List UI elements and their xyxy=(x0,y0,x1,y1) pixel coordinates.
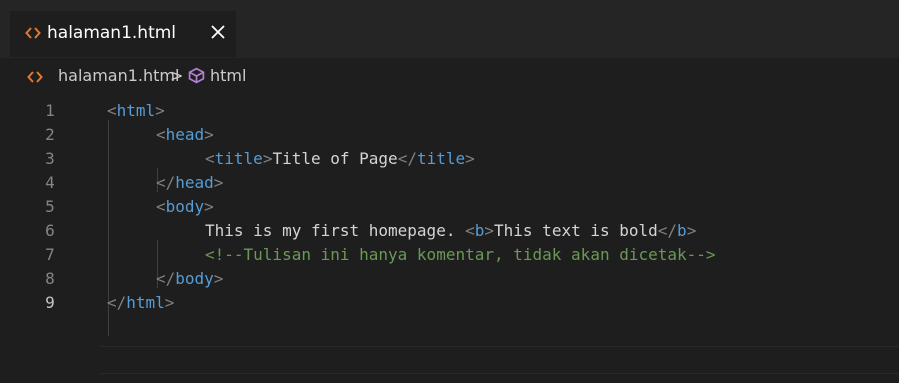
tab-label: halaman1.html xyxy=(47,23,177,43)
code-token: > xyxy=(213,173,224,192)
line-number: 3 xyxy=(45,149,55,168)
html-file-icon xyxy=(27,71,43,83)
code-line[interactable]: 6 This is my first homepage. <b>This text… xyxy=(0,219,899,243)
code-token: < xyxy=(465,221,475,240)
code-token: > xyxy=(155,101,165,120)
code-token: > xyxy=(686,221,697,240)
code-token: <!--Tulisan ini hanya komentar, tidak ak… xyxy=(205,245,716,264)
code-token: head xyxy=(165,125,205,144)
line-number: 2 xyxy=(45,125,55,144)
code-line[interactable]: 1 <html> xyxy=(0,99,899,123)
code-token: body xyxy=(175,269,214,288)
code-content: <!--Tulisan ini hanya komentar, tidak ak… xyxy=(205,243,716,267)
code-token: > xyxy=(204,125,214,144)
tab-bar: halaman1.html xyxy=(0,0,899,58)
code-content: </body> xyxy=(156,267,223,291)
code-token: < xyxy=(156,125,166,144)
code-token: This is my first homepage. xyxy=(205,221,466,240)
code-line[interactable]: 8 </body> xyxy=(0,267,899,291)
code-token: < xyxy=(156,197,166,216)
code-token: </ xyxy=(156,173,176,192)
code-token: < xyxy=(205,149,215,168)
tab-halaman1-html[interactable]: halaman1.html xyxy=(10,11,236,57)
code-token: > xyxy=(262,149,273,168)
code-token: > xyxy=(204,197,214,216)
breadcrumb: halaman1.html > html xyxy=(0,58,899,92)
html-file-icon xyxy=(25,27,41,39)
code-line[interactable]: 7 <!--Tulisan ini hanya komentar, tidak a… xyxy=(0,243,899,267)
code-token: Title of Page xyxy=(272,149,398,168)
code-token: html xyxy=(126,293,165,312)
code-token: </ xyxy=(657,221,678,240)
code-token: html xyxy=(116,101,156,120)
code-token: </ xyxy=(107,293,127,312)
code-token: b xyxy=(677,221,687,240)
code-token: > xyxy=(484,221,495,240)
line-number: 9 xyxy=(45,293,55,312)
code-token: title xyxy=(214,149,263,168)
code-token: title xyxy=(416,149,466,168)
breadcrumb-separator: > xyxy=(170,66,184,85)
cube-icon xyxy=(188,67,205,84)
line-number: 4 xyxy=(45,173,55,192)
code-content: <head> xyxy=(156,123,214,147)
code-line[interactable]: 9 </html> xyxy=(0,291,899,315)
code-line[interactable]: 4 </head> xyxy=(0,171,899,195)
current-line-highlight xyxy=(100,346,899,374)
line-number: 5 xyxy=(45,197,55,216)
code-token: > xyxy=(164,293,175,312)
close-icon[interactable] xyxy=(210,24,226,40)
line-number: 6 xyxy=(45,221,55,240)
code-token: head xyxy=(175,173,214,192)
code-token: body xyxy=(165,197,205,216)
code-content: This is my first homepage. <b>This text … xyxy=(205,219,696,243)
code-token: b xyxy=(474,221,485,240)
breadcrumb-symbol[interactable]: html xyxy=(210,66,246,85)
code-token: </ xyxy=(397,149,417,168)
code-token: < xyxy=(107,101,117,120)
code-line[interactable]: 3 <title>Title of Page</title> xyxy=(0,147,899,171)
line-number: 8 xyxy=(45,269,55,288)
code-token: This text is bold xyxy=(494,221,658,240)
line-number: 1 xyxy=(45,101,55,120)
code-line[interactable]: 5 <body> xyxy=(0,195,899,219)
code-line[interactable]: 2 <head> xyxy=(0,123,899,147)
code-content: <title>Title of Page</title> xyxy=(205,147,475,171)
code-content: <html> xyxy=(107,99,165,123)
breadcrumb-file[interactable]: halaman1.html xyxy=(58,66,179,85)
code-content: </head> xyxy=(156,171,223,195)
line-number: 7 xyxy=(45,245,55,264)
code-content: </html> xyxy=(107,291,174,315)
code-token: </ xyxy=(156,269,176,288)
code-token: > xyxy=(213,269,224,288)
code-token: > xyxy=(465,149,475,168)
code-editor[interactable]: 1 <html> 2 <head> 3 <title>Title of Page</tit… xyxy=(0,96,899,383)
code-content: <body> xyxy=(156,195,214,219)
